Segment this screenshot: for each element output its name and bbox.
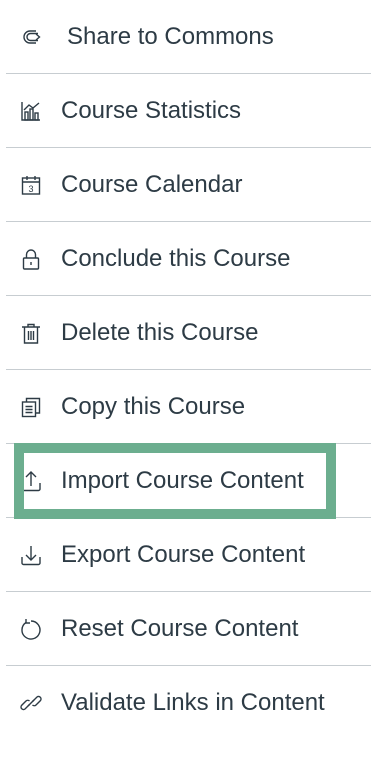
export-course-content-link[interactable]: Export Course Content bbox=[6, 518, 371, 592]
delete-course-label: Delete this Course bbox=[61, 318, 259, 346]
reset-course-content-label: Reset Course Content bbox=[61, 614, 299, 642]
upload-icon bbox=[20, 470, 42, 492]
validate-links-label: Validate Links in Content bbox=[61, 689, 325, 716]
import-course-content-label: Import Course Content bbox=[61, 466, 304, 494]
share-icon bbox=[20, 26, 42, 48]
statistics-icon bbox=[20, 100, 42, 122]
share-to-commons-label: Share to Commons bbox=[67, 22, 274, 50]
export-course-content-label: Export Course Content bbox=[61, 540, 306, 568]
conclude-course-label: Conclude this Course bbox=[61, 244, 291, 272]
import-course-content-link[interactable]: Import Course Content bbox=[6, 444, 371, 518]
conclude-course-link[interactable]: Conclude this Course bbox=[6, 222, 371, 296]
calendar-icon: 3 bbox=[20, 174, 42, 196]
lock-icon bbox=[20, 248, 42, 270]
validate-links-link[interactable]: Validate Links in Content bbox=[6, 666, 371, 740]
copy-course-label: Copy this Course bbox=[61, 392, 246, 420]
reset-icon bbox=[20, 618, 42, 640]
course-statistics-link[interactable]: Course Statistics bbox=[6, 74, 371, 148]
course-statistics-label: Course Statistics bbox=[61, 96, 242, 124]
course-calendar-label: Course Calendar bbox=[61, 170, 243, 198]
reset-course-content-link[interactable]: Reset Course Content bbox=[6, 592, 371, 666]
course-settings-sidebar-menu: Share to Commons Course Statistics 3 Cou… bbox=[0, 0, 378, 762]
copy-icon bbox=[20, 396, 42, 418]
trash-icon bbox=[20, 322, 42, 344]
share-to-commons-link[interactable]: Share to Commons bbox=[6, 0, 371, 74]
calendar-day-number: 3 bbox=[28, 184, 33, 194]
course-calendar-link[interactable]: 3 Course Calendar bbox=[6, 148, 371, 222]
copy-course-link[interactable]: Copy this Course bbox=[6, 370, 371, 444]
download-icon bbox=[20, 544, 42, 566]
link-icon bbox=[20, 692, 42, 714]
delete-course-link[interactable]: Delete this Course bbox=[6, 296, 371, 370]
